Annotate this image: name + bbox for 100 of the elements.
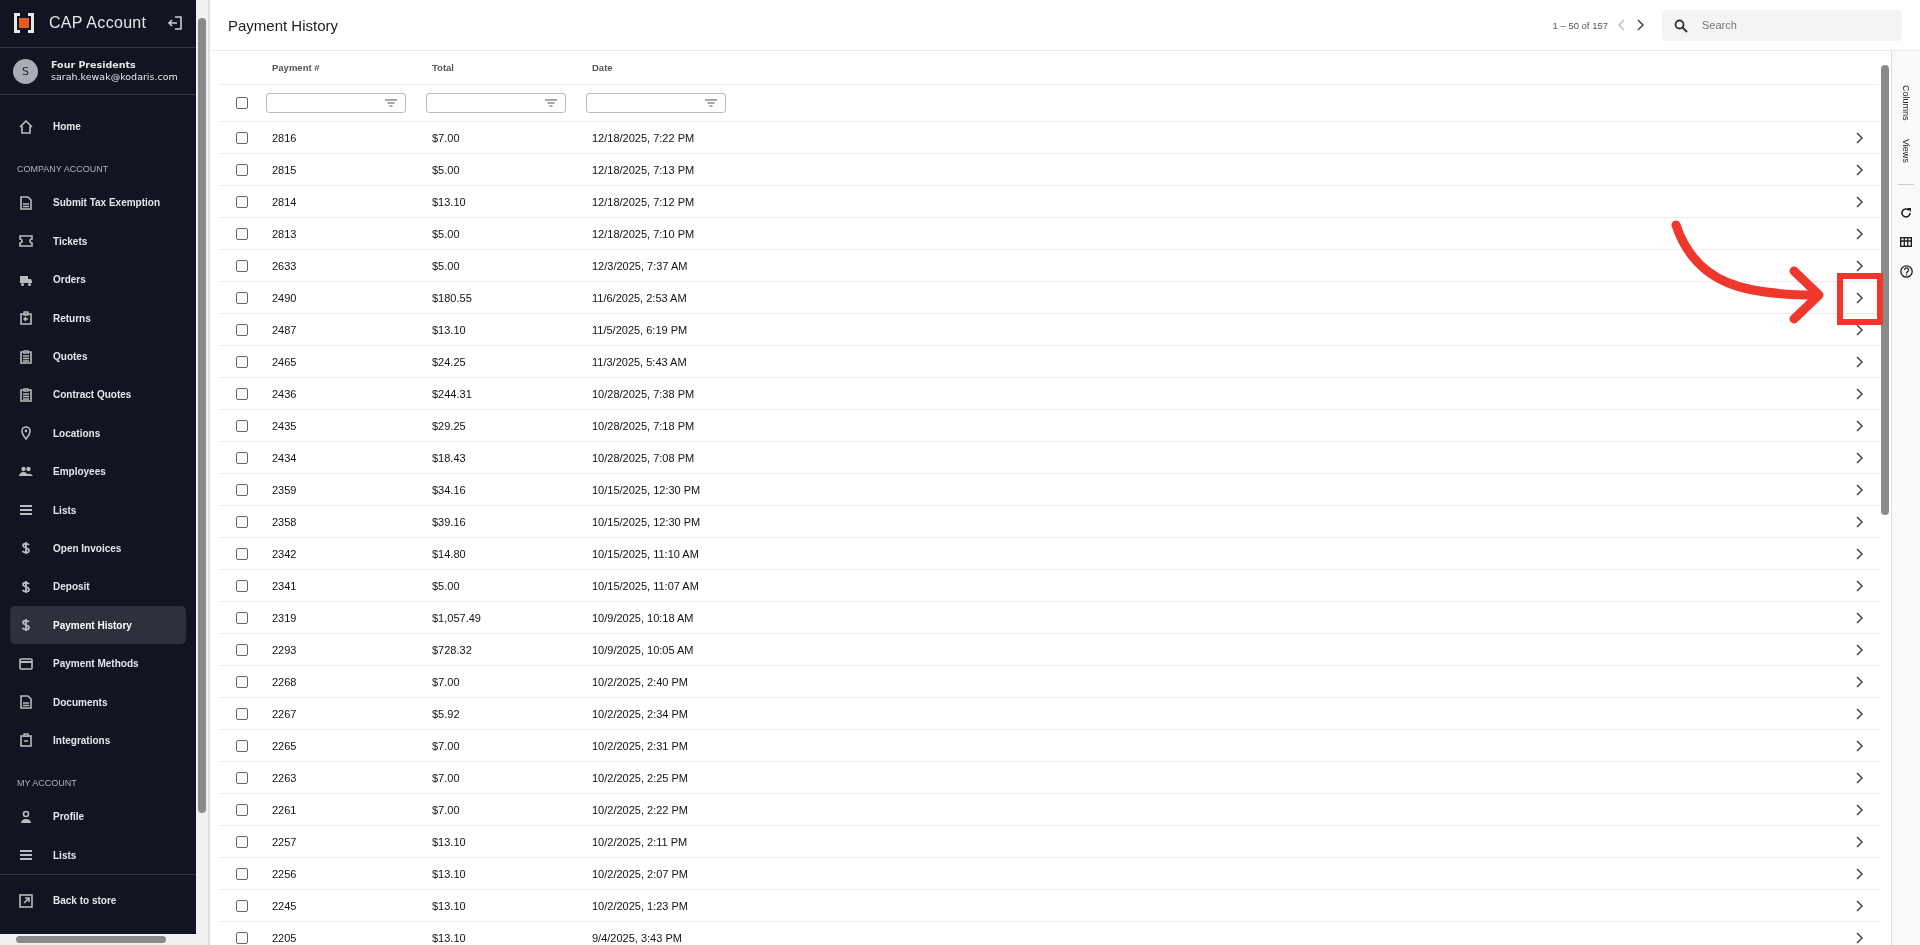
chevron-right-icon[interactable] xyxy=(1855,867,1863,880)
chevron-right-icon[interactable] xyxy=(1855,643,1863,656)
nav-item[interactable]: Returns xyxy=(10,298,186,338)
row-checkbox[interactable] xyxy=(236,771,248,784)
row-checkbox[interactable] xyxy=(236,643,248,656)
chevron-right-icon[interactable] xyxy=(1855,291,1863,304)
row-checkbox[interactable] xyxy=(236,131,248,144)
chevron-right-icon[interactable] xyxy=(1855,675,1863,688)
nav-item[interactable]: Locations xyxy=(10,414,186,453)
nav-item[interactable]: Lists xyxy=(10,490,186,530)
back-to-store-link[interactable]: Back to store xyxy=(10,881,186,920)
table-cell: $13.10 xyxy=(432,195,466,208)
chevron-right-icon[interactable] xyxy=(1855,835,1863,848)
row-checkbox[interactable] xyxy=(236,259,248,272)
chevron-right-icon[interactable] xyxy=(1855,323,1863,336)
nav-item[interactable]: Documents xyxy=(10,682,186,722)
nav-item[interactable]: Contract Quotes xyxy=(10,375,186,415)
row-checkbox[interactable] xyxy=(236,867,248,880)
chevron-right-icon[interactable] xyxy=(1855,611,1863,624)
filter-field[interactable] xyxy=(426,93,566,113)
row-checkbox[interactable] xyxy=(236,707,248,720)
table-cell: 11/6/2025, 2:53 AM xyxy=(592,291,687,304)
chevron-right-icon[interactable] xyxy=(1855,547,1863,560)
row-checkbox[interactable] xyxy=(236,355,248,368)
nav-item[interactable]: Profile xyxy=(10,797,186,836)
column-header[interactable]: Payment # xyxy=(272,62,320,73)
select-all-checkbox[interactable] xyxy=(236,97,248,109)
chevron-right-icon[interactable] xyxy=(1855,227,1863,240)
row-checkbox[interactable] xyxy=(236,195,248,208)
chevron-right-icon[interactable] xyxy=(1855,451,1863,464)
nav-item[interactable]: Lists xyxy=(10,836,186,875)
chevron-right-icon[interactable] xyxy=(1855,163,1863,176)
chevron-right-icon[interactable] xyxy=(1855,419,1863,432)
table-cell: 12/18/2025, 7:10 PM xyxy=(592,227,695,240)
nav-item[interactable]: Payment History xyxy=(10,606,186,645)
nav-item[interactable]: Deposit xyxy=(10,567,186,607)
chevron-right-icon[interactable] xyxy=(1855,387,1863,400)
logout-icon[interactable] xyxy=(167,15,183,32)
chevron-right-icon[interactable] xyxy=(1855,803,1863,816)
chevron-right-icon[interactable] xyxy=(1855,771,1863,784)
table-cell: 10/2/2025, 1:23 PM xyxy=(592,899,688,912)
ticket-icon xyxy=(19,234,33,249)
table-cell: 2359 xyxy=(272,483,297,496)
refresh-icon[interactable] xyxy=(1900,207,1912,220)
row-checkbox[interactable] xyxy=(236,931,248,944)
nav-item[interactable]: Home xyxy=(10,107,186,146)
row-checkbox[interactable] xyxy=(236,163,248,176)
row-checkbox[interactable] xyxy=(236,515,248,528)
chevron-right-icon[interactable] xyxy=(1855,195,1863,208)
row-checkbox[interactable] xyxy=(236,579,248,592)
row-checkbox[interactable] xyxy=(236,803,248,816)
grid-icon[interactable] xyxy=(1900,237,1912,248)
next-page-icon[interactable] xyxy=(1636,19,1644,31)
chevron-right-icon[interactable] xyxy=(1855,899,1863,912)
row-checkbox[interactable] xyxy=(236,227,248,240)
chevron-right-icon[interactable] xyxy=(1855,515,1863,528)
column-header[interactable]: Date xyxy=(592,62,613,73)
row-checkbox[interactable] xyxy=(236,291,248,304)
sidebar-scrollbar[interactable] xyxy=(196,0,210,945)
nav-item[interactable]: Quotes xyxy=(10,337,186,376)
credit-card-icon xyxy=(19,656,33,671)
column-header[interactable]: Total xyxy=(432,62,454,73)
chevron-right-icon[interactable] xyxy=(1855,931,1863,944)
row-checkbox[interactable] xyxy=(236,483,248,496)
highlight-box xyxy=(1837,273,1883,325)
row-checkbox[interactable] xyxy=(236,323,248,336)
row-checkbox[interactable] xyxy=(236,419,248,432)
row-checkbox[interactable] xyxy=(236,387,248,400)
row-checkbox[interactable] xyxy=(236,739,248,752)
chevron-right-icon[interactable] xyxy=(1855,707,1863,720)
chevron-right-icon[interactable] xyxy=(1855,355,1863,368)
nav-item[interactable]: Payment Methods xyxy=(10,644,186,683)
search-field[interactable]: Search xyxy=(1662,9,1902,41)
filter-field[interactable] xyxy=(586,93,726,113)
nav-item[interactable]: Orders xyxy=(10,260,186,299)
row-checkbox[interactable] xyxy=(236,899,248,912)
chevron-right-icon[interactable] xyxy=(1855,739,1863,752)
chevron-right-icon[interactable] xyxy=(1855,259,1863,272)
chevron-right-icon[interactable] xyxy=(1855,131,1863,144)
nav-item[interactable]: Integrations xyxy=(10,721,186,760)
nav-item[interactable]: Employees xyxy=(10,452,186,491)
side-panel-tab[interactable]: Columns xyxy=(1901,85,1911,121)
user-avatar[interactable]: S xyxy=(13,58,38,84)
row-checkbox[interactable] xyxy=(236,547,248,560)
nav-item[interactable]: Open Invoices xyxy=(10,529,186,568)
side-panel-tab[interactable]: Views xyxy=(1901,138,1911,163)
row-checkbox[interactable] xyxy=(236,451,248,464)
filter-field[interactable] xyxy=(266,93,406,113)
nav-item[interactable]: Tickets xyxy=(10,222,186,261)
chevron-right-icon[interactable] xyxy=(1855,579,1863,592)
horizontal-scrollbar[interactable] xyxy=(0,933,196,945)
nav-item[interactable]: Submit Tax Exemption xyxy=(10,183,186,223)
row-checkbox[interactable] xyxy=(236,611,248,624)
table-cell: 2358 xyxy=(272,515,297,528)
help-icon[interactable] xyxy=(1899,265,1913,279)
table-cell: 2263 xyxy=(272,771,297,784)
chevron-right-icon[interactable] xyxy=(1855,483,1863,496)
row-checkbox[interactable] xyxy=(236,835,248,848)
row-checkbox[interactable] xyxy=(236,675,248,688)
list-icon xyxy=(19,848,33,863)
